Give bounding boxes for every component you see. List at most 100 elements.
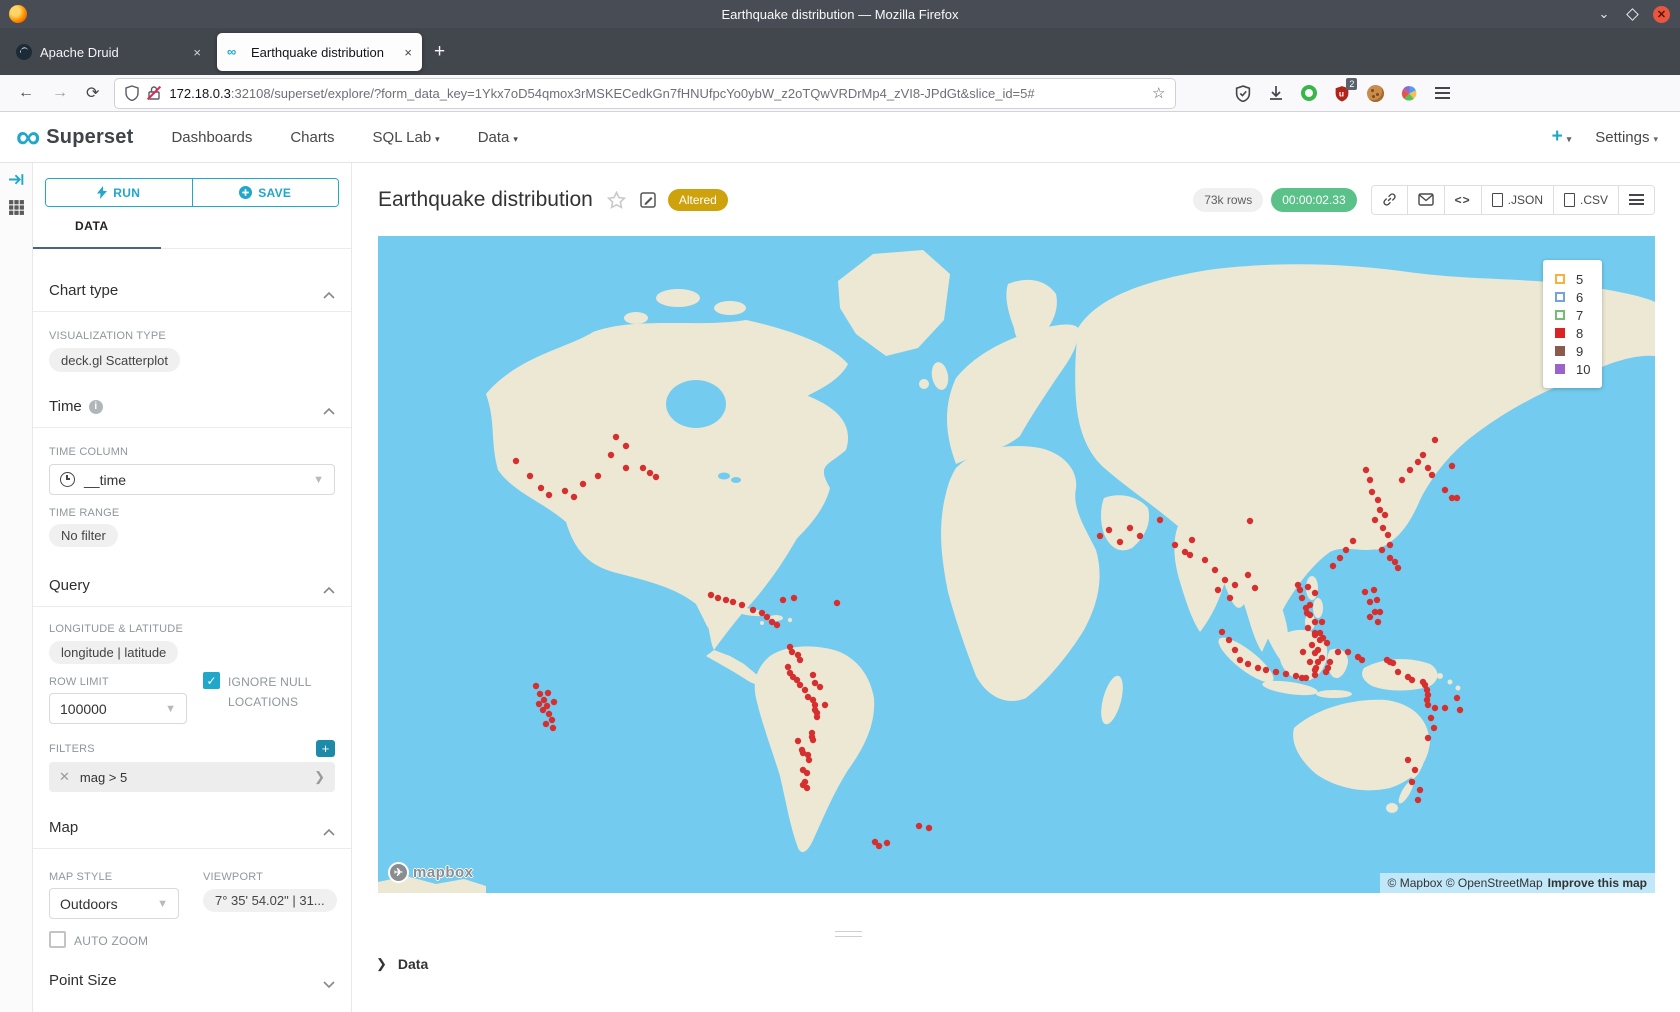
save-button[interactable]: SAVE	[192, 179, 339, 206]
panel-drag-handle[interactable]	[835, 931, 862, 941]
earthquake-point	[1335, 649, 1341, 655]
earthquake-point	[1137, 533, 1143, 539]
chevron-right-icon: ❯	[314, 769, 325, 785]
superset-logo[interactable]: ∞ Superset	[16, 123, 133, 151]
window-minimize-button[interactable]: ⌄	[1596, 6, 1612, 22]
earthquake-point	[1320, 635, 1326, 641]
time-column-label: TIME COLUMN	[49, 446, 335, 458]
viewport-value[interactable]: 7° 35' 54.02" | 31...	[203, 889, 337, 912]
mapbox-logo[interactable]: ✈ mapbox	[388, 862, 474, 883]
insecure-lock-icon[interactable]	[147, 85, 161, 101]
legend-entry[interactable]: 5	[1555, 271, 1590, 287]
section-map[interactable]: Map	[33, 792, 351, 849]
deckgl-map[interactable]: 5 6 7 8 9 10 ✈ mapbox © Mapbox © OpenStreetMa…	[378, 236, 1655, 893]
legend-entry[interactable]: 7	[1555, 307, 1590, 323]
nav-item-dashboards[interactable]: Dashboards	[171, 129, 252, 146]
lightning-icon	[97, 186, 107, 199]
viz-type-value[interactable]: deck.gl Scatterplot	[49, 348, 180, 372]
tab-apache-druid[interactable]: Apache Druid ×	[6, 33, 211, 71]
legend-entry[interactable]: 10	[1555, 361, 1590, 377]
time-column-select[interactable]: __time ▼	[49, 464, 335, 495]
favorite-star-icon[interactable]	[607, 191, 626, 209]
section-time[interactable]: Time i	[33, 372, 351, 428]
nav-item-sql-lab[interactable]: SQL Lab▾	[373, 129, 440, 146]
remove-filter-icon[interactable]: ✕	[59, 769, 70, 785]
menu-icon[interactable]	[1435, 87, 1450, 99]
map-style-select[interactable]: Outdoors ▼	[49, 888, 179, 919]
earthquake-point	[1172, 542, 1178, 548]
earthquake-point	[1337, 555, 1343, 561]
earthquake-point	[540, 707, 546, 713]
shield-icon[interactable]	[125, 85, 139, 101]
attribution-text[interactable]: © Mapbox © OpenStreetMap	[1388, 876, 1543, 890]
earthquake-point	[1293, 673, 1299, 679]
improve-map-link[interactable]: Improve this map	[1548, 876, 1647, 890]
section-chart-type[interactable]: Chart type	[33, 249, 351, 312]
section-title-text: Time	[49, 398, 82, 415]
pinwheel-extension-icon[interactable]	[1401, 85, 1418, 102]
protections-shield-icon[interactable]	[1235, 85, 1251, 102]
earthquake-point	[1372, 609, 1378, 615]
tab-close-icon[interactable]: ×	[404, 45, 412, 60]
earthquake-point	[884, 840, 890, 846]
earthquake-point	[1305, 625, 1311, 631]
forward-icon[interactable]: →	[52, 84, 68, 102]
copy-link-button[interactable]	[1372, 186, 1407, 214]
nav-item-data[interactable]: Data▾	[478, 129, 518, 146]
export-json-button[interactable]: .JSON	[1481, 186, 1553, 214]
earthquake-point	[810, 672, 816, 678]
legend-label: 9	[1576, 344, 1583, 359]
legend-label: 8	[1576, 326, 1583, 341]
add-filter-button[interactable]: +	[316, 740, 335, 757]
new-chart-button[interactable]: +▾	[1552, 126, 1572, 148]
cookie-extension-icon[interactable]	[1367, 85, 1384, 102]
bookmark-star-icon[interactable]: ☆	[1152, 84, 1165, 102]
tab-earthquake-distribution[interactable]: ∞ Earthquake distribution ×	[217, 33, 422, 71]
earthquake-point	[1449, 463, 1455, 469]
section-query[interactable]: Query	[33, 547, 351, 607]
chart-menu-button[interactable]	[1618, 186, 1654, 214]
earthquake-point	[1382, 512, 1388, 518]
altered-badge[interactable]: Altered	[668, 189, 728, 211]
nav-item-charts[interactable]: Charts	[290, 129, 334, 146]
section-point-size[interactable]: Point Size	[33, 951, 351, 1001]
run-button[interactable]: RUN	[46, 179, 192, 206]
legend-entry[interactable]: 6	[1555, 289, 1590, 305]
reload-icon[interactable]: ⟳	[86, 83, 99, 103]
back-icon[interactable]: ←	[18, 84, 34, 102]
dataset-grid-icon[interactable]	[8, 199, 25, 216]
export-csv-button[interactable]: .CSV	[1553, 186, 1618, 214]
expand-panel-icon[interactable]	[8, 171, 25, 188]
email-button[interactable]	[1407, 186, 1444, 214]
earthquake-point	[1425, 465, 1431, 471]
data-collapse-row[interactable]: ❯ Data	[376, 956, 428, 972]
filter-chip[interactable]: ✕ mag > 5 ❯	[49, 762, 335, 792]
browser-tab-strip: Apache Druid × ∞ Earthquake distribution…	[0, 28, 1680, 75]
earthquake-point	[1312, 619, 1318, 625]
embed-code-button[interactable]: <>	[1444, 186, 1481, 214]
settings-menu[interactable]: Settings▾	[1595, 129, 1658, 146]
row-limit-select[interactable]: 100000 ▼	[49, 693, 187, 724]
window-close-button[interactable]: ✕	[1653, 6, 1670, 23]
earthquake-point	[1442, 487, 1448, 493]
earthquake-point	[739, 602, 745, 608]
window-maximize-button[interactable]	[1626, 8, 1639, 21]
url-field[interactable]: 172.18.0.3 :32108/superset/explore/?form…	[115, 79, 1175, 108]
adblocker-extension-icon[interactable]: u 2	[1334, 85, 1350, 102]
time-range-value[interactable]: No filter	[49, 524, 118, 547]
lonlat-value[interactable]: longitude | latitude	[49, 641, 178, 664]
legend-entry[interactable]: 9	[1555, 343, 1590, 359]
earthquake-point	[1392, 559, 1398, 565]
legend-entry[interactable]: 8	[1555, 325, 1590, 341]
tab-data[interactable]: DATA	[75, 219, 109, 233]
download-icon[interactable]	[1268, 85, 1284, 101]
legend-swatch	[1555, 292, 1565, 302]
new-tab-button[interactable]: +	[434, 41, 445, 63]
earthquake-point	[595, 473, 601, 479]
auto-zoom-checkbox[interactable]	[49, 931, 66, 948]
tab-close-icon[interactable]: ×	[193, 45, 201, 60]
nav-item-label: Data	[478, 129, 510, 146]
extension-green-icon[interactable]	[1301, 85, 1317, 101]
ignore-null-checkbox[interactable]: ✓	[203, 672, 220, 689]
edit-pencil-icon[interactable]	[640, 192, 656, 208]
